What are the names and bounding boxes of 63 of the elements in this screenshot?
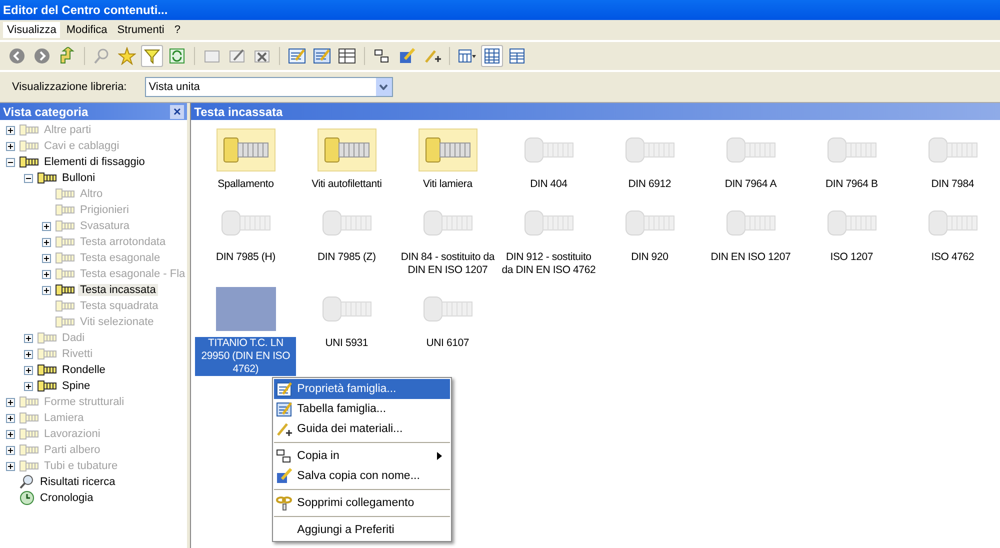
tree-item[interactable]: Bulloni bbox=[60, 172, 98, 184]
part-label[interactable]: DIN 404 bbox=[529, 178, 568, 191]
menu-item[interactable]: Modifica bbox=[62, 22, 112, 38]
part-label[interactable]: UNI 5931 bbox=[324, 337, 370, 350]
part-label[interactable]: DIN 7964 B bbox=[824, 178, 879, 191]
menu-item[interactable]: Sopprimi collegamento bbox=[274, 489, 450, 513]
expand-toggle[interactable] bbox=[24, 366, 34, 374]
part-label[interactable]: TITANIO T.C. LN 29950 (DIN EN ISO 4762) bbox=[195, 337, 296, 376]
window-title: Editor del Centro contenuti... bbox=[3, 3, 168, 17]
details-icon[interactable] bbox=[481, 45, 503, 67]
part-label[interactable]: DIN 920 bbox=[630, 251, 670, 264]
expand-toggle[interactable] bbox=[24, 382, 34, 390]
chain-icon bbox=[276, 495, 292, 511]
part-label[interactable]: DIN 7985 (H) bbox=[214, 251, 276, 264]
menu-item[interactable]: Tabella famiglia... bbox=[274, 399, 450, 419]
library-dropdown[interactable]: Vista unita bbox=[144, 77, 393, 97]
collapse-toggle[interactable] bbox=[6, 158, 16, 166]
bolt-folder-icon[interactable] bbox=[418, 128, 478, 172]
clock-icon bbox=[19, 490, 35, 506]
save-icon bbox=[276, 468, 292, 484]
expand-toggle[interactable] bbox=[42, 286, 52, 294]
part-label[interactable]: DIN 7964 A bbox=[724, 178, 778, 191]
tree-item[interactable]: Elementi di fissaggio bbox=[42, 156, 147, 168]
search-icon bbox=[19, 474, 35, 490]
tree-item[interactable]: Rondelle bbox=[60, 364, 108, 376]
bolt-folder-icon[interactable] bbox=[216, 128, 276, 172]
panel-title: Testa incassata bbox=[194, 104, 283, 118]
menu-item[interactable]: Guida dei materiali... bbox=[274, 419, 450, 439]
library-label: Visualizzazione libreria: bbox=[12, 81, 127, 93]
part-label[interactable]: DIN 912 - sostituito da DIN EN ISO 4762 bbox=[498, 251, 600, 277]
part-label[interactable]: DIN 84 - sostituito da DIN EN ISO 1207 bbox=[397, 251, 498, 277]
part-label[interactable]: DIN 7984 bbox=[930, 178, 976, 191]
part-label[interactable]: ISO 4762 bbox=[930, 251, 976, 264]
filter-icon[interactable] bbox=[141, 45, 163, 67]
part-label[interactable]: DIN EN ISO 1207 bbox=[710, 251, 792, 264]
wand-icon bbox=[276, 421, 292, 437]
menu-item[interactable]: Proprietà famiglia... bbox=[274, 379, 450, 399]
table-pencil-icon bbox=[276, 401, 292, 417]
part-label[interactable]: Spallamento bbox=[216, 178, 275, 191]
submenu-arrow-icon bbox=[437, 452, 442, 460]
tree-item[interactable]: Spine bbox=[60, 380, 92, 392]
part-label[interactable]: DIN 6912 bbox=[627, 178, 672, 191]
table-pencil-icon bbox=[276, 381, 292, 397]
tree-item[interactable]: Testa incassata bbox=[78, 284, 158, 296]
tree-item[interactable]: Risultati ricerca bbox=[38, 476, 118, 488]
part-label[interactable]: ISO 1207 bbox=[829, 251, 874, 264]
close-button[interactable]: × bbox=[170, 104, 184, 118]
bolt-folder-icon[interactable] bbox=[316, 128, 377, 172]
part-label[interactable]: Viti autofilettanti bbox=[310, 178, 383, 191]
menu-item[interactable]: Salva copia con nome... bbox=[274, 466, 450, 486]
menu-item[interactable]: Aggiungi a Preferiti bbox=[274, 516, 450, 540]
tree-item[interactable]: Cronologia bbox=[38, 492, 96, 504]
panel-title: Vista categoria bbox=[3, 104, 88, 118]
copy-icon bbox=[276, 448, 292, 464]
menu-item[interactable]: Visualizza bbox=[3, 22, 60, 38]
menu-item[interactable]: Copia in bbox=[274, 442, 450, 466]
menu-item[interactable]: ? bbox=[170, 22, 184, 38]
collapse-toggle[interactable] bbox=[24, 174, 34, 182]
star-icon[interactable] bbox=[116, 45, 138, 67]
part-label[interactable]: DIN 7985 (Z) bbox=[316, 251, 377, 264]
part-label[interactable]: UNI 6107 bbox=[425, 337, 470, 350]
part-label[interactable]: Viti lamiera bbox=[422, 178, 474, 191]
menu-item[interactable]: Strumenti bbox=[113, 22, 168, 38]
